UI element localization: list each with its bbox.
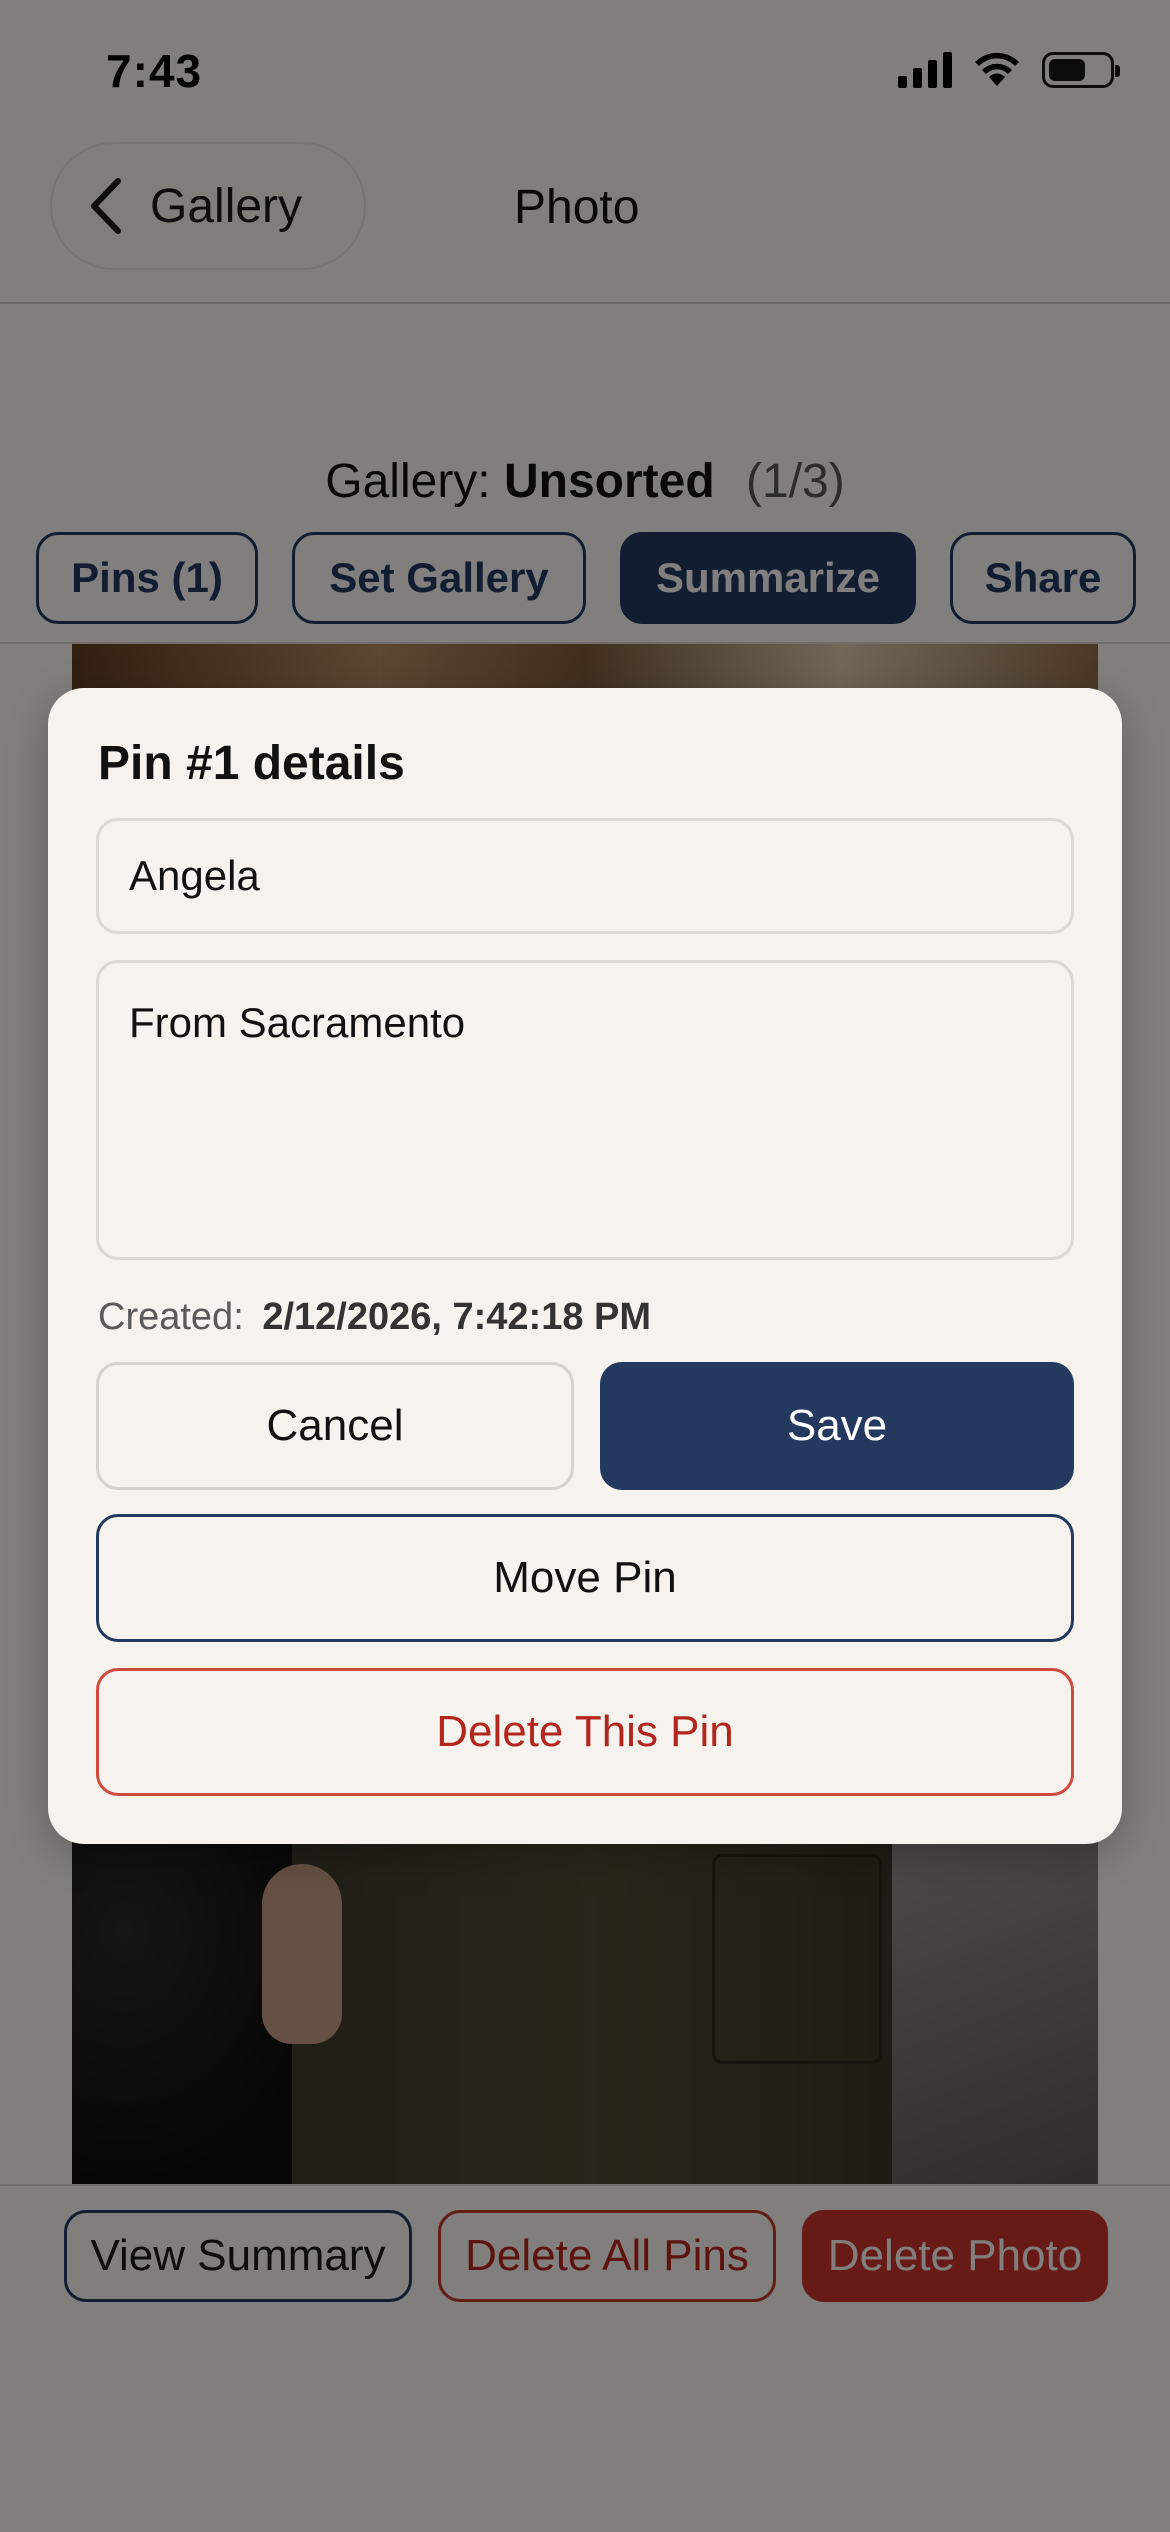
created-value: 2/12/2026, 7:42:18 PM — [262, 1296, 652, 1338]
cancel-button[interactable]: Cancel — [96, 1362, 574, 1490]
pin-name-field[interactable]: Angela — [96, 818, 1074, 934]
created-timestamp: Created: 2/12/2026, 7:42:18 PM — [98, 1296, 651, 1339]
pin-details-modal: Pin #1 details Angela From Sacramento Cr… — [48, 688, 1122, 1844]
created-label: Created: — [98, 1296, 244, 1338]
modal-title: Pin #1 details — [98, 737, 405, 790]
delete-pin-button[interactable]: Delete This Pin — [96, 1668, 1074, 1796]
pin-notes-field[interactable]: From Sacramento — [96, 960, 1074, 1260]
move-pin-button[interactable]: Move Pin — [96, 1514, 1074, 1642]
save-button[interactable]: Save — [600, 1362, 1074, 1490]
